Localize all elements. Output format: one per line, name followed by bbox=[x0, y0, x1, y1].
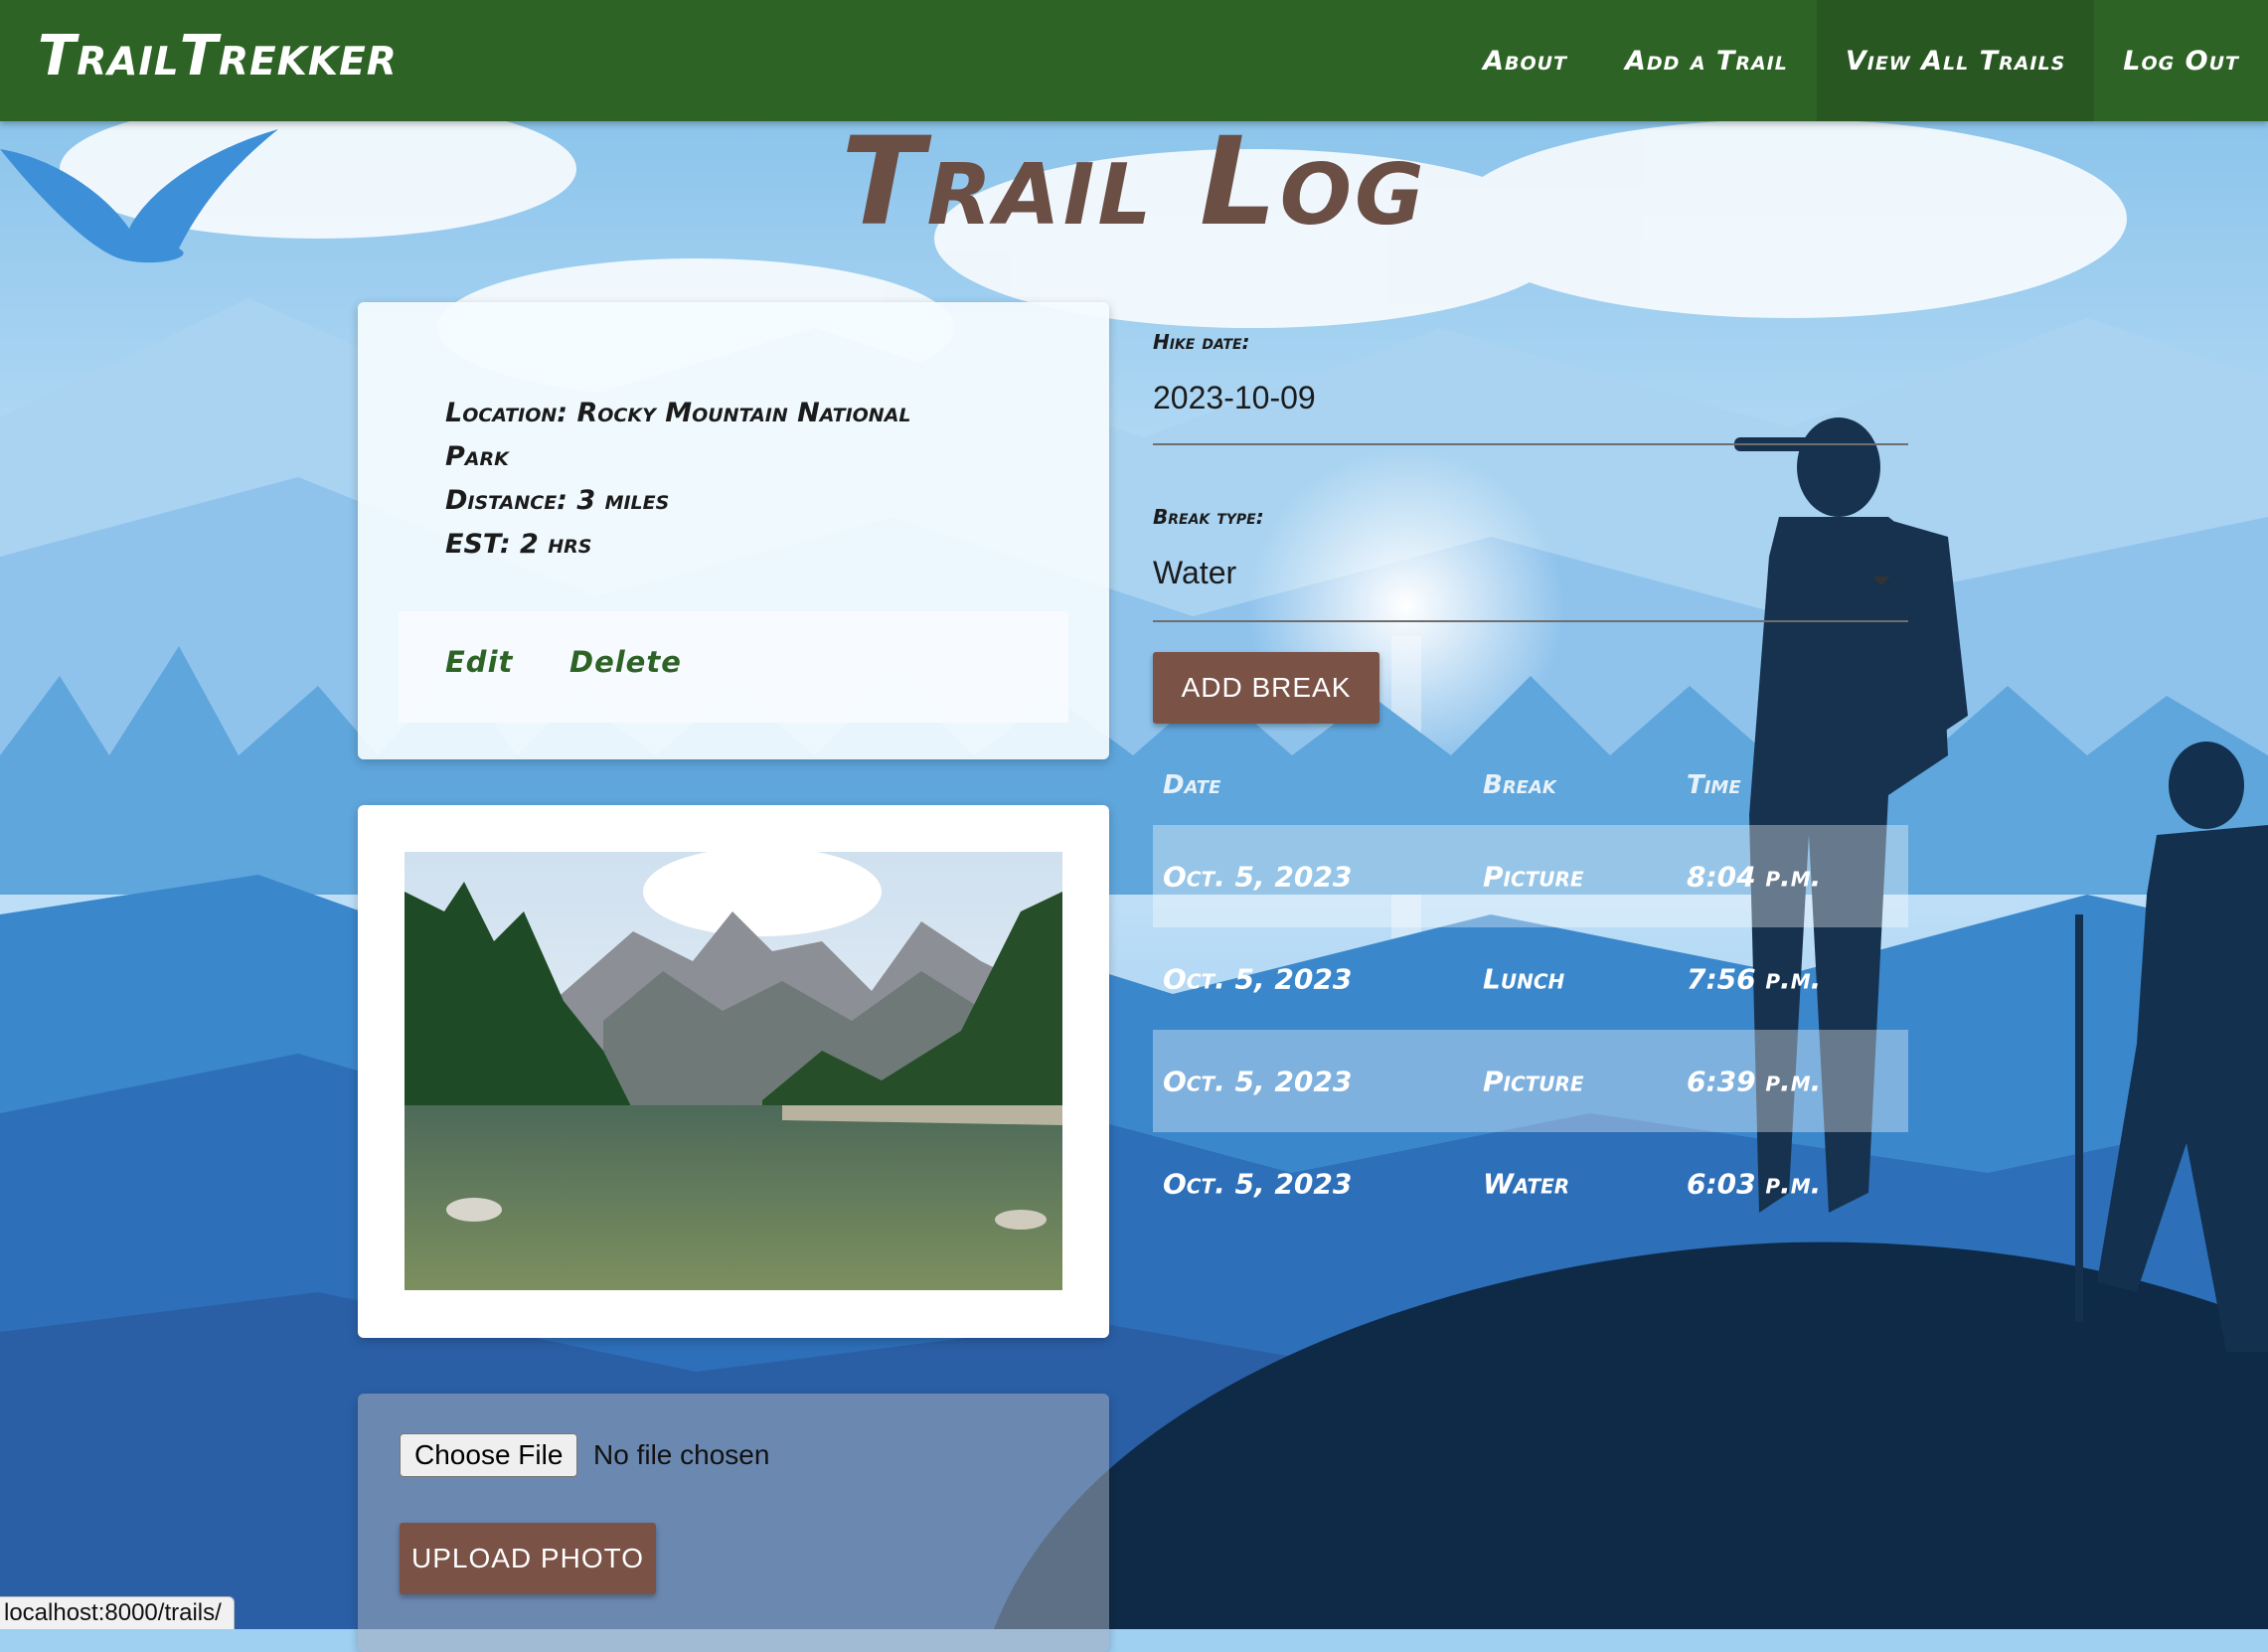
file-status-text: No file chosen bbox=[593, 1439, 770, 1470]
trail-details: Location: Rocky Mountain National Park D… bbox=[445, 392, 1002, 567]
nav-log-out[interactable]: Log Out bbox=[2094, 0, 2268, 121]
break-type-underline bbox=[1153, 620, 1908, 622]
table-row: Oct. 5, 2023 Lunch 7:56 p.m. bbox=[1153, 927, 1908, 1030]
chevron-down-icon[interactable] bbox=[1872, 577, 1890, 585]
row-time: 8:04 p.m. bbox=[1687, 860, 1822, 893]
header-date: Date bbox=[1163, 770, 1221, 800]
row-break: Lunch bbox=[1483, 962, 1565, 995]
card-actions: Edit Delete bbox=[399, 611, 1068, 723]
row-break: Water bbox=[1483, 1167, 1570, 1200]
row-time: 6:39 p.m. bbox=[1687, 1065, 1822, 1097]
edit-link[interactable]: Edit bbox=[445, 645, 513, 679]
delete-link[interactable]: Delete bbox=[569, 645, 682, 679]
row-date: Oct. 5, 2023 bbox=[1163, 1167, 1353, 1200]
header-time: Time bbox=[1687, 770, 1741, 800]
nav-view-all-trails[interactable]: View All Trails bbox=[1816, 0, 2095, 121]
hike-date-underline bbox=[1153, 443, 1908, 445]
table-header: Date Break Time bbox=[1153, 745, 1908, 825]
navbar: TrailTrekker About Add a Trail View All … bbox=[0, 0, 2268, 121]
trail-est: EST: 2 hrs bbox=[445, 529, 592, 560]
row-time: 6:03 p.m. bbox=[1687, 1167, 1822, 1200]
row-break: Picture bbox=[1483, 1065, 1584, 1097]
trail-location-line2: Park bbox=[445, 441, 509, 472]
break-type-label: Break type: bbox=[1153, 505, 1264, 529]
page-title: Trail Log bbox=[841, 111, 1427, 252]
row-date: Oct. 5, 2023 bbox=[1163, 962, 1353, 995]
status-bar-url: localhost:8000/trails/ bbox=[0, 1596, 235, 1629]
header-break: Break bbox=[1483, 770, 1556, 800]
row-break: Picture bbox=[1483, 860, 1584, 893]
choose-file-button[interactable]: Choose File bbox=[400, 1433, 578, 1477]
trail-photo bbox=[405, 852, 1062, 1290]
upload-photo-button[interactable]: UPLOAD PHOTO bbox=[400, 1523, 656, 1594]
row-date: Oct. 5, 2023 bbox=[1163, 860, 1353, 893]
trail-distance: Distance: 3 miles bbox=[445, 485, 670, 516]
table-row: Oct. 5, 2023 Picture 6:39 p.m. bbox=[1153, 1030, 1908, 1132]
row-time: 7:56 p.m. bbox=[1687, 962, 1822, 995]
add-break-button[interactable]: ADD BREAK bbox=[1153, 652, 1379, 724]
brand-logo[interactable]: TrailTrekker bbox=[38, 24, 398, 88]
nav-links: About Add a Trail View All Trails Log Ou… bbox=[1454, 0, 2268, 121]
trail-location-line1: Location: Rocky Mountain National bbox=[445, 398, 911, 428]
row-date: Oct. 5, 2023 bbox=[1163, 1065, 1353, 1097]
nav-about[interactable]: About bbox=[1454, 0, 1596, 121]
trail-photo-card bbox=[358, 805, 1109, 1338]
breaks-table: Date Break Time Oct. 5, 2023 Picture 8:0… bbox=[1153, 745, 1908, 1235]
trail-info-card: Location: Rocky Mountain National Park D… bbox=[358, 302, 1109, 759]
table-row: Oct. 5, 2023 Water 6:03 p.m. bbox=[1153, 1132, 1908, 1235]
photo-upload-card: Choose File No file chosen UPLOAD PHOTO bbox=[358, 1394, 1109, 1652]
nav-add-trail[interactable]: Add a Trail bbox=[1596, 0, 1817, 121]
table-row: Oct. 5, 2023 Picture 8:04 p.m. bbox=[1153, 825, 1908, 927]
hike-date-label: Hike date: bbox=[1153, 330, 1250, 354]
break-type-select[interactable]: Water bbox=[1153, 555, 1908, 604]
hike-date-input[interactable]: 2023-10-09 bbox=[1153, 380, 1316, 416]
